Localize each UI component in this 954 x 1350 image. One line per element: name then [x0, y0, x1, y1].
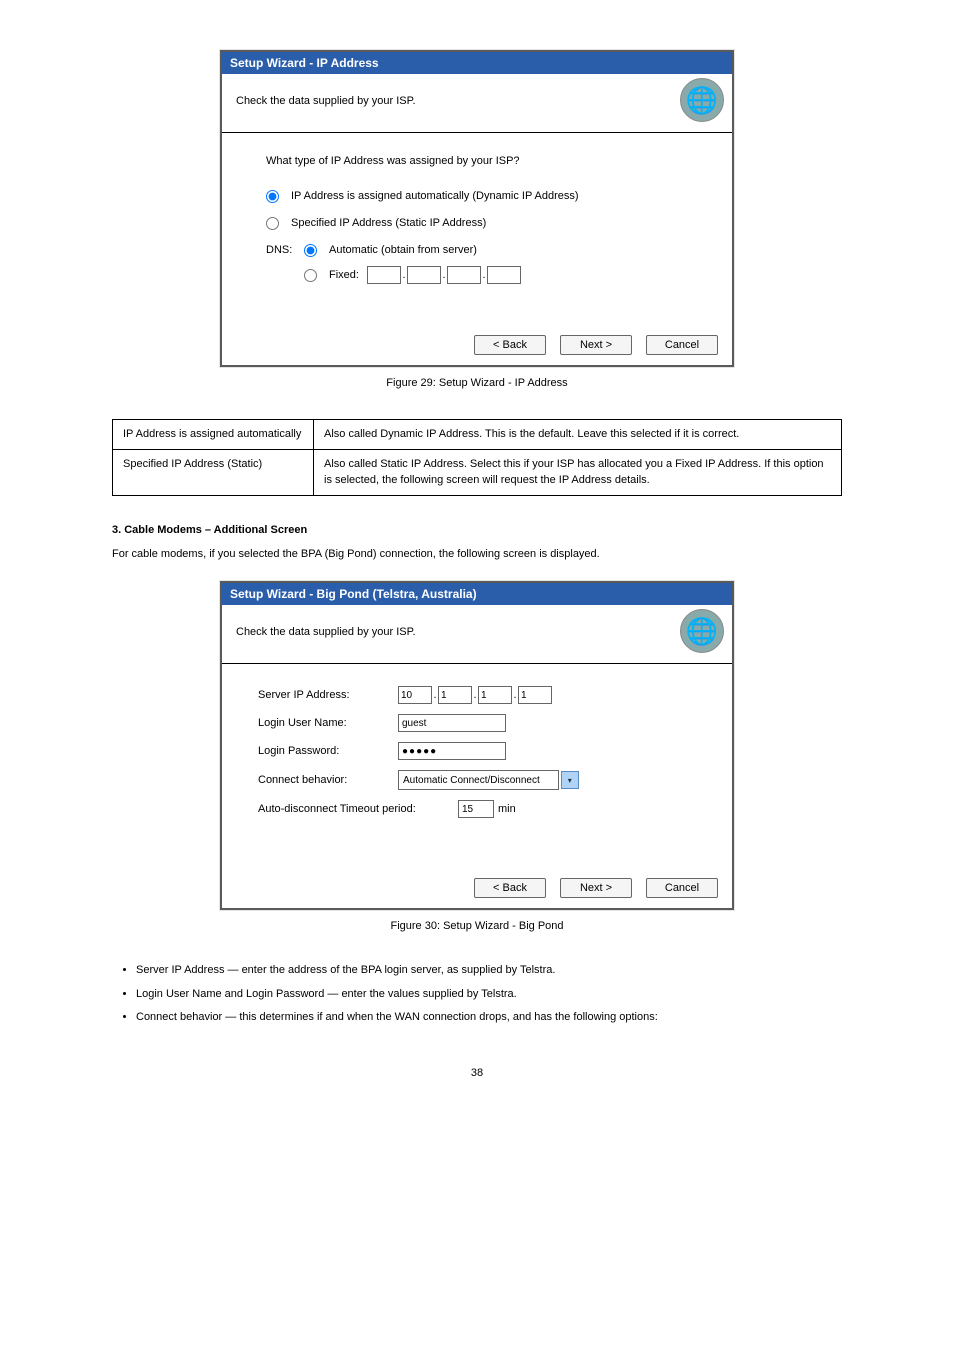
list-item: Login User Name and Login Password — ent…: [136, 986, 842, 1004]
dns-fixed-label: Fixed:: [329, 265, 359, 286]
figure1-caption: Figure 29: Setup Wizard - IP Address: [0, 377, 954, 389]
timeout-unit: min: [498, 803, 516, 815]
cancel-button[interactable]: Cancel: [646, 878, 718, 898]
globe-icon: 🌐: [680, 78, 724, 122]
dialog2-subtitle-bar: Check the data supplied by your ISP. 🌐: [222, 605, 732, 664]
table-r1c2: Also called Dynamic IP Address. This is …: [314, 420, 842, 450]
login-pwd-input[interactable]: ●●●●●: [398, 742, 506, 760]
setup-wizard-bigpond-dialog: Setup Wizard - Big Pond (Telstra, Austra…: [220, 581, 734, 910]
server-ip-octet-2[interactable]: [438, 686, 472, 704]
static-ip-label: Specified IP Address (Static IP Address): [291, 213, 486, 234]
page-number: 38: [0, 1067, 954, 1079]
list-item: Server IP Address — enter the address of…: [136, 962, 842, 980]
table-r2c2: Also called Static IP Address. Select th…: [314, 449, 842, 495]
list-item: Connect behavior — this determines if an…: [136, 1009, 842, 1027]
timeout-input[interactable]: [458, 800, 494, 818]
connect-behavior-select[interactable]: Automatic Connect/Disconnect: [398, 770, 559, 790]
login-pwd-label: Login Password:: [258, 745, 398, 757]
connect-behavior-value: Automatic Connect/Disconnect: [403, 775, 540, 786]
dialog-subtitle-bar: Check the data supplied by your ISP. 🌐: [222, 74, 732, 133]
dns-fixed-radio[interactable]: [304, 269, 317, 282]
dialog-title: Setup Wizard - IP Address: [222, 52, 732, 74]
dns-octet-4[interactable]: [487, 266, 521, 284]
server-ip-label: Server IP Address:: [258, 689, 398, 701]
globe-icon: 🌐: [680, 609, 724, 653]
table-r2c1: Specified IP Address (Static): [113, 449, 314, 495]
section-paragraph: For cable modems, if you selected the BP…: [112, 546, 842, 564]
dns-auto-radio[interactable]: [304, 244, 317, 257]
connect-behavior-label: Connect behavior:: [258, 774, 398, 786]
chevron-down-icon[interactable]: ▾: [561, 771, 579, 789]
login-user-label: Login User Name:: [258, 717, 398, 729]
server-ip-octet-3[interactable]: [478, 686, 512, 704]
dialog2-subtitle: Check the data supplied by your ISP.: [236, 626, 416, 638]
dynamic-ip-label: IP Address is assigned automatically (Dy…: [291, 186, 579, 207]
ip-options-table: IP Address is assigned automatically Als…: [112, 419, 842, 496]
server-ip-octet-4[interactable]: [518, 686, 552, 704]
dynamic-ip-radio[interactable]: [266, 190, 279, 203]
dialog2-title: Setup Wizard - Big Pond (Telstra, Austra…: [222, 583, 732, 605]
static-ip-radio[interactable]: [266, 217, 279, 230]
section-heading: 3. Cable Modems – Additional Screen: [112, 522, 842, 540]
figure2-caption: Figure 30: Setup Wizard - Big Pond: [0, 920, 954, 932]
next-button[interactable]: Next >: [560, 878, 632, 898]
dns-label: DNS:: [266, 240, 298, 261]
dns-fixed-ip-group: . . .: [367, 265, 521, 286]
dns-auto-label: Automatic (obtain from server): [329, 240, 477, 261]
ip-question: What type of IP Address was assigned by …: [266, 151, 712, 172]
next-button[interactable]: Next >: [560, 335, 632, 355]
dns-octet-2[interactable]: [407, 266, 441, 284]
setup-wizard-ip-dialog: Setup Wizard - IP Address Check the data…: [220, 50, 734, 367]
dialog-subtitle: Check the data supplied by your ISP.: [236, 95, 416, 107]
server-ip-octet-1[interactable]: [398, 686, 432, 704]
bullet-list: Server IP Address — enter the address of…: [122, 962, 842, 1027]
timeout-label: Auto-disconnect Timeout period:: [258, 803, 458, 815]
login-user-input[interactable]: [398, 714, 506, 732]
back-button[interactable]: < Back: [474, 878, 546, 898]
dns-octet-3[interactable]: [447, 266, 481, 284]
back-button[interactable]: < Back: [474, 335, 546, 355]
table-r1c1: IP Address is assigned automatically: [113, 420, 314, 450]
cancel-button[interactable]: Cancel: [646, 335, 718, 355]
dns-octet-1[interactable]: [367, 266, 401, 284]
